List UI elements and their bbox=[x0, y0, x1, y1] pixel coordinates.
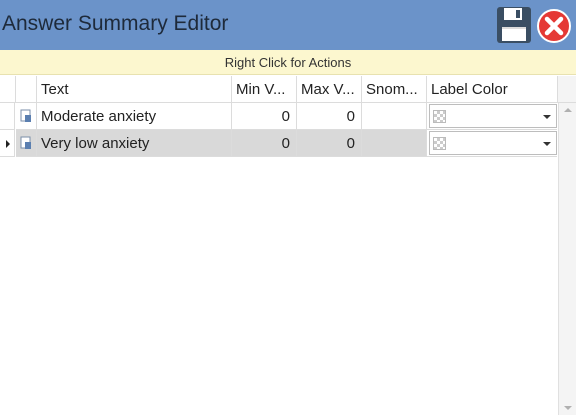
scroll-down-button[interactable] bbox=[559, 401, 576, 415]
arrow-up-icon bbox=[563, 108, 572, 112]
document-icon bbox=[20, 109, 31, 122]
arrow-down-icon bbox=[563, 406, 572, 410]
row-icon-cell bbox=[16, 130, 37, 157]
transparent-swatch-icon bbox=[433, 110, 446, 123]
table-row[interactable]: Moderate anxiety 0 0 bbox=[0, 103, 557, 130]
save-button[interactable] bbox=[497, 7, 531, 43]
header-scroll-corner bbox=[558, 76, 576, 103]
floppy-disk-icon bbox=[497, 7, 531, 43]
cell-min-value[interactable]: 0 bbox=[232, 103, 297, 130]
cell-snomed[interactable] bbox=[362, 130, 427, 157]
column-header-label-color[interactable]: Label Color bbox=[427, 76, 558, 103]
chevron-down-icon[interactable] bbox=[543, 142, 551, 146]
document-icon bbox=[20, 136, 31, 149]
header-icon-column bbox=[16, 76, 37, 103]
row-indicator bbox=[0, 130, 15, 157]
cell-max-value[interactable]: 0 bbox=[297, 103, 362, 130]
current-row-arrow-icon bbox=[6, 140, 10, 148]
title-bar: Answer Summary Editor bbox=[0, 0, 576, 50]
row-icon-cell bbox=[16, 103, 37, 130]
column-header-text[interactable]: Text bbox=[37, 76, 232, 103]
header-row-indicator bbox=[0, 76, 16, 103]
cell-text[interactable]: Moderate anxiety bbox=[37, 103, 232, 130]
cell-text[interactable]: Very low anxiety bbox=[37, 130, 232, 157]
row-indicator bbox=[0, 103, 15, 130]
window-title: Answer Summary Editor bbox=[2, 12, 229, 35]
answer-grid[interactable]: Text Min V... Max V... Snom... Label Col… bbox=[0, 76, 576, 415]
table-row[interactable]: Very low anxiety 0 0 bbox=[0, 130, 557, 157]
actions-hint-bar[interactable]: Right Click for Actions bbox=[0, 50, 576, 75]
close-button[interactable] bbox=[536, 8, 572, 44]
chevron-down-icon[interactable] bbox=[543, 115, 551, 119]
column-header-min-value[interactable]: Min V... bbox=[232, 76, 297, 103]
scroll-up-button[interactable] bbox=[559, 103, 576, 117]
label-color-dropdown[interactable] bbox=[429, 131, 557, 155]
column-header-snomed[interactable]: Snom... bbox=[362, 76, 427, 103]
label-color-dropdown[interactable] bbox=[429, 104, 557, 128]
cell-max-value[interactable]: 0 bbox=[297, 130, 362, 157]
vertical-scrollbar[interactable] bbox=[558, 103, 576, 415]
cell-snomed[interactable] bbox=[362, 103, 427, 130]
cell-min-value[interactable]: 0 bbox=[232, 130, 297, 157]
column-header-max-value[interactable]: Max V... bbox=[297, 76, 362, 103]
close-icon bbox=[537, 9, 571, 43]
transparent-swatch-icon bbox=[433, 137, 446, 150]
